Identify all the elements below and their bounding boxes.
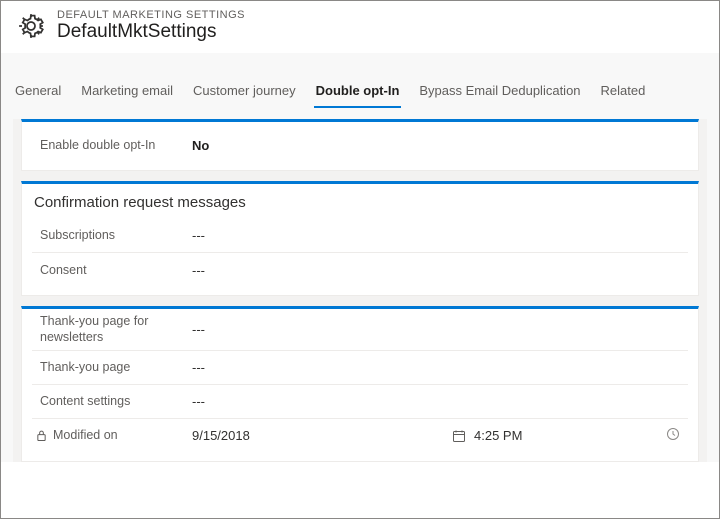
- field-value-enable[interactable]: No: [192, 138, 209, 153]
- modified-on-row: Modified on 9/15/2018 4:25 PM: [32, 419, 688, 453]
- gear-icon: [15, 10, 47, 42]
- tab-general[interactable]: General: [13, 77, 63, 108]
- tab-bypass-email-dedup[interactable]: Bypass Email Deduplication: [417, 77, 582, 108]
- field-label-enable: Enable double opt-In: [32, 137, 192, 153]
- clock-icon: [666, 427, 680, 441]
- panel-thank-you: Thank-you page for newsletters --- Thank…: [21, 306, 699, 462]
- tab-related[interactable]: Related: [599, 77, 648, 108]
- field-label-thankyou-page: Thank-you page: [32, 359, 192, 375]
- entity-label: DEFAULT MARKETING SETTINGS: [57, 9, 245, 21]
- lock-icon: [36, 429, 47, 442]
- header-titles: DEFAULT MARKETING SETTINGS DefaultMktSet…: [57, 9, 245, 43]
- field-label-consent: Consent: [32, 262, 192, 278]
- field-value-modified-time: 4:25 PM: [474, 428, 522, 443]
- field-value-thankyou-page[interactable]: ---: [192, 360, 205, 375]
- section-title-confirmation: Confirmation request messages: [32, 184, 688, 219]
- field-value-consent[interactable]: ---: [192, 263, 205, 278]
- panel-enable-double-opt-in: Enable double opt-In No: [21, 119, 699, 171]
- field-label-subscriptions: Subscriptions: [32, 227, 192, 243]
- field-value-thankyou-newsletter[interactable]: ---: [192, 322, 205, 337]
- field-label-content-settings: Content settings: [32, 393, 192, 409]
- tab-customer-journey[interactable]: Customer journey: [191, 77, 298, 108]
- tab-bar: General Marketing email Customer journey…: [1, 53, 719, 462]
- field-label-thankyou-newsletter: Thank-you page for newsletters: [32, 313, 192, 346]
- panel-confirmation-messages: Confirmation request messages Subscripti…: [21, 181, 699, 296]
- page-title: DefaultMktSettings: [57, 21, 245, 43]
- field-label-modified-on: Modified on: [53, 427, 118, 443]
- tab-marketing-email[interactable]: Marketing email: [79, 77, 175, 108]
- field-value-content-settings[interactable]: ---: [192, 394, 205, 409]
- tab-double-opt-in[interactable]: Double opt-In: [314, 77, 402, 108]
- calendar-icon: [452, 429, 466, 443]
- page-header: DEFAULT MARKETING SETTINGS DefaultMktSet…: [1, 1, 719, 53]
- field-value-subscriptions[interactable]: ---: [192, 228, 205, 243]
- field-value-modified-date: 9/15/2018: [192, 428, 452, 443]
- tab-content: Enable double opt-In No Confirmation req…: [13, 119, 707, 462]
